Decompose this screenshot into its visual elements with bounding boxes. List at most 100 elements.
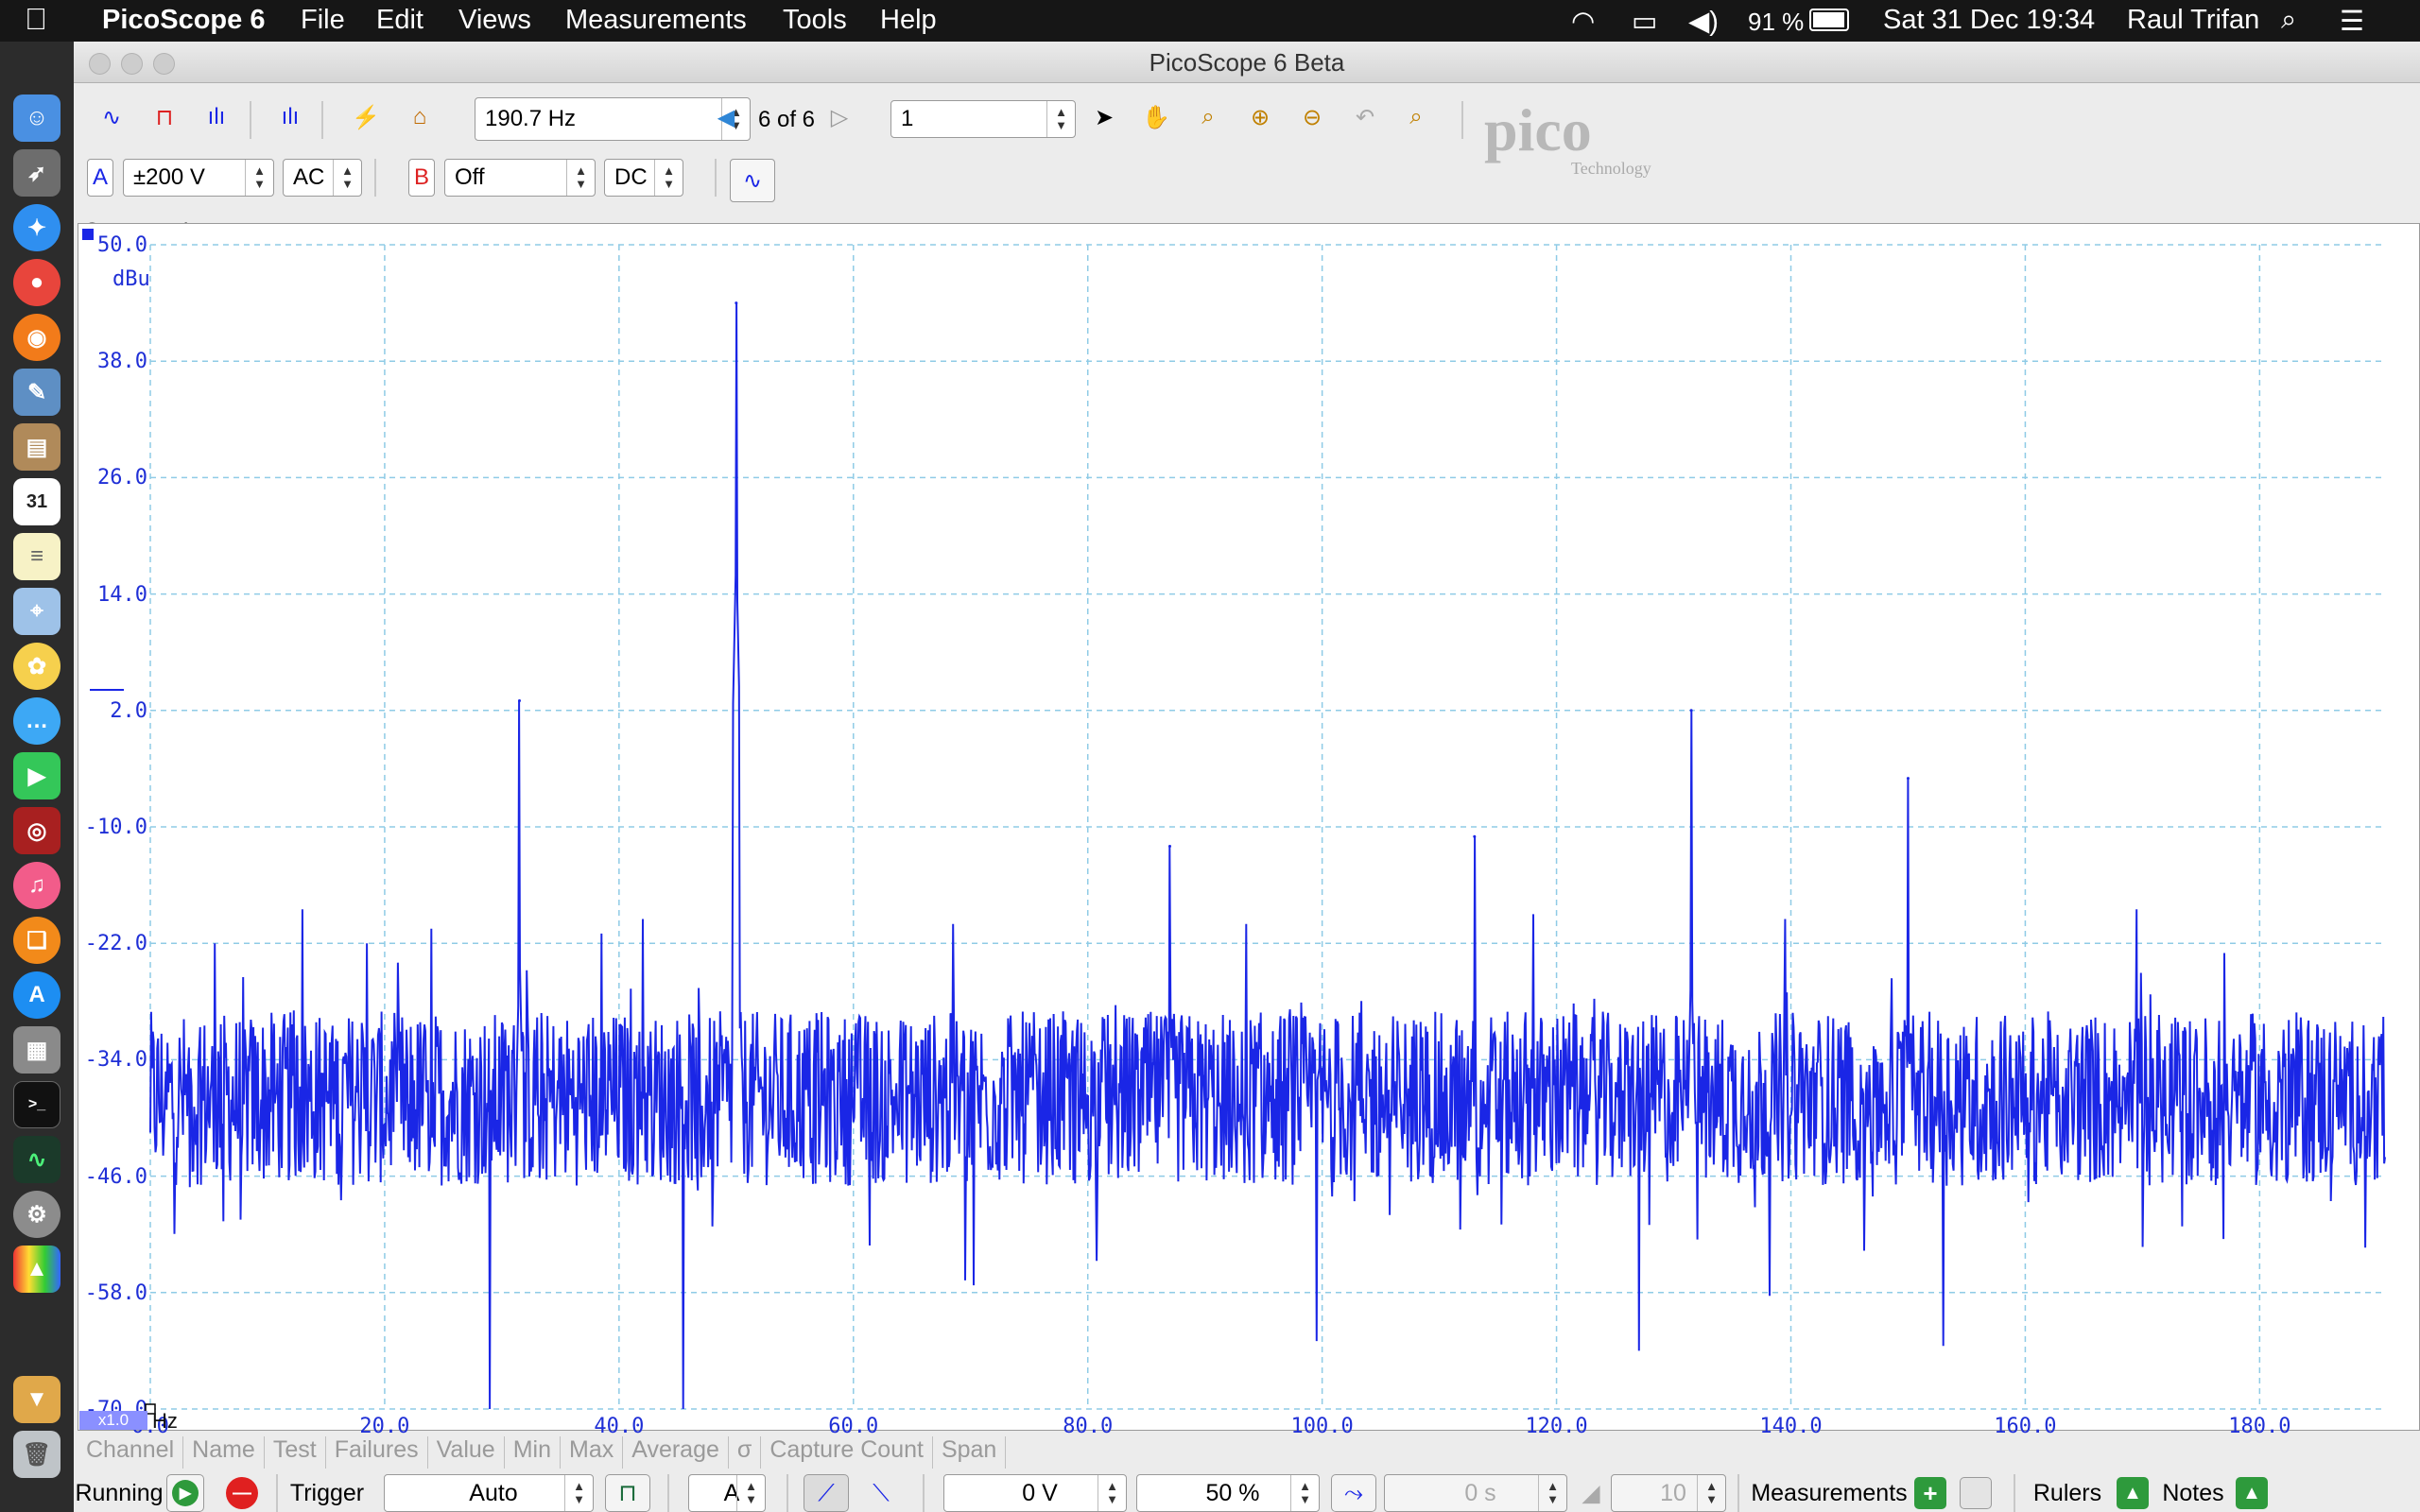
- measurements-column-header[interactable]: Average: [623, 1436, 729, 1469]
- notification-center-icon[interactable]: ☰: [2340, 5, 2364, 38]
- measurements-column-header[interactable]: Capture Count: [761, 1436, 933, 1469]
- trigger-threshold-input[interactable]: 0 V ▲ ▼: [943, 1474, 1127, 1512]
- apple-icon[interactable]: : [25, 2, 47, 37]
- zoom-in-icon[interactable]: ⊕: [1241, 98, 1279, 136]
- facetime-icon[interactable]: ▶: [13, 752, 60, 799]
- preview-icon[interactable]: ✎: [13, 369, 60, 416]
- rising-edge-icon[interactable]: ⟋: [804, 1474, 849, 1512]
- downloads-folder-icon[interactable]: ▼: [13, 1376, 60, 1423]
- spectrum-view[interactable]: 50.0 38.0 26.0 14.0 2.0 -10.0 -22.0 -34.0 -46.0-…: [78, 223, 2420, 1438]
- app-name-menu[interactable]: PicoScope 6: [102, 5, 265, 36]
- channel-a-coupling-spinner[interactable]: ▲ ▼: [333, 160, 361, 196]
- edit-measurement-button[interactable]: [1955, 1474, 1996, 1512]
- zoom-factor-badge[interactable]: x1.0: [79, 1411, 147, 1430]
- contacts-icon[interactable]: ▤: [13, 423, 60, 471]
- terminal-icon[interactable]: >_: [13, 1081, 60, 1128]
- channel-a-range-select[interactable]: ±200 V ▲ ▼: [123, 159, 274, 197]
- menu-measurements[interactable]: Measurements: [565, 5, 747, 36]
- volume-icon[interactable]: ◀): [1688, 5, 1719, 38]
- battery-icon[interactable]: [1809, 9, 1849, 31]
- spectrum-app-icon[interactable]: ▲: [13, 1246, 60, 1293]
- undo-zoom-icon[interactable]: ↶: [1346, 98, 1384, 136]
- messages-icon[interactable]: …: [13, 697, 60, 745]
- stop-button[interactable]: —: [223, 1474, 261, 1512]
- photo-booth-icon[interactable]: ◎: [13, 807, 60, 854]
- menu-tools[interactable]: Tools: [783, 5, 847, 36]
- finder-icon[interactable]: ☺: [13, 94, 60, 142]
- pretrigger-input[interactable]: 50 % ▲ ▼: [1136, 1474, 1320, 1512]
- airplay-icon[interactable]: ▭: [1632, 5, 1657, 38]
- pointer-tool-icon[interactable]: ➤: [1085, 98, 1123, 136]
- capture-index-spinner[interactable]: ▲ ▼: [1046, 101, 1075, 137]
- safari-icon[interactable]: ✦: [13, 204, 60, 251]
- measurements-column-header[interactable]: Span: [933, 1436, 1007, 1469]
- math-channel-icon[interactable]: ∿: [730, 159, 775, 202]
- measurements-column-header[interactable]: Max: [561, 1436, 624, 1469]
- launchpad-icon[interactable]: ➶: [13, 149, 60, 197]
- itunes-icon[interactable]: ♫: [13, 862, 60, 909]
- ibooks-icon[interactable]: ❑: [13, 917, 60, 964]
- home-icon[interactable]: ⌂: [401, 98, 439, 136]
- clock[interactable]: Sat 31 Dec 19:34: [1883, 5, 2095, 36]
- trigger-properties-icon[interactable]: ⤳: [1331, 1474, 1376, 1512]
- channel-b-coupling-spinner[interactable]: ▲ ▼: [654, 160, 683, 196]
- firefox-icon[interactable]: ◉: [13, 314, 60, 361]
- chrome-icon[interactable]: ●: [13, 259, 60, 306]
- photos-icon[interactable]: ✿: [13, 643, 60, 690]
- measurements-column-header[interactable]: Name: [183, 1436, 265, 1469]
- persistence-mode-icon[interactable]: ⊓: [146, 98, 183, 136]
- measurements-column-header[interactable]: Value: [428, 1436, 505, 1469]
- trash-icon[interactable]: 🗑: [13, 1431, 60, 1478]
- add-measurement-button[interactable]: +: [1910, 1474, 1951, 1512]
- spotlight-search-icon[interactable]: ⌕: [2281, 5, 2296, 36]
- menu-file[interactable]: File: [301, 5, 345, 36]
- channel-b-range-select[interactable]: Off ▲ ▼: [444, 159, 596, 197]
- previous-capture-icon[interactable]: ◀: [707, 98, 745, 136]
- rulers-toggle-button[interactable]: ▲: [2112, 1474, 2153, 1512]
- trigger-channel-select[interactable]: A ▲ ▼: [688, 1474, 766, 1512]
- notes-toggle-button[interactable]: ▲: [2231, 1474, 2273, 1512]
- menu-views[interactable]: Views: [458, 5, 531, 36]
- measurements-column-header[interactable]: Test: [265, 1436, 326, 1469]
- calendar-icon[interactable]: 31: [13, 478, 60, 525]
- spectrum-mode-icon[interactable]: ılı: [198, 98, 235, 136]
- maps-icon[interactable]: ⌖: [13, 588, 60, 635]
- channel-a-coupling-select[interactable]: AC ▲ ▼: [283, 159, 362, 197]
- menu-edit[interactable]: Edit: [376, 5, 424, 36]
- measurements-column-header[interactable]: Min: [505, 1436, 561, 1469]
- next-capture-icon[interactable]: ▷: [821, 98, 858, 136]
- measurements-column-header[interactable]: Channel: [78, 1436, 184, 1469]
- channel-a-range-spinner[interactable]: ▲ ▼: [245, 160, 273, 196]
- calculator-icon[interactable]: ▦: [13, 1026, 60, 1074]
- capture-index-input[interactable]: 1 ▲ ▼: [890, 100, 1076, 138]
- measurements-column-header[interactable]: Failures: [326, 1436, 428, 1469]
- title-bar[interactable]: PicoScope 6 Beta: [74, 42, 2420, 83]
- channel-b-button[interactable]: B: [408, 159, 435, 197]
- wifi-icon[interactable]: ◠: [1571, 5, 1595, 38]
- zoom-area-icon[interactable]: ⌕: [1189, 98, 1227, 136]
- signal-generator-icon[interactable]: ⚡: [347, 98, 385, 136]
- pretrigger-spinner[interactable]: ▲ ▼: [1290, 1475, 1319, 1511]
- notes-app-icon[interactable]: ≡: [13, 533, 60, 580]
- trigger-channel-spinner[interactable]: ▲ ▼: [736, 1475, 765, 1511]
- trigger-threshold-spinner[interactable]: ▲ ▼: [1098, 1475, 1126, 1511]
- zoom-to-fit-icon[interactable]: ⌕: [1397, 98, 1435, 136]
- system-preferences-icon[interactable]: ⚙: [13, 1191, 60, 1238]
- picoscope-dock-icon[interactable]: ∿: [13, 1136, 60, 1183]
- trigger-mode-select[interactable]: Auto ▲ ▼: [384, 1474, 594, 1512]
- app-store-icon[interactable]: A: [13, 971, 60, 1019]
- scope-mode-icon[interactable]: ∿: [93, 98, 130, 136]
- advanced-trigger-icon[interactable]: ⊓: [605, 1474, 650, 1512]
- channel-b-coupling-select[interactable]: DC ▲ ▼: [604, 159, 683, 197]
- hand-tool-icon[interactable]: ✋: [1137, 98, 1175, 136]
- channel-b-range-spinner[interactable]: ▲ ▼: [566, 160, 595, 196]
- zoom-out-icon[interactable]: ⊖: [1293, 98, 1331, 136]
- menu-help[interactable]: Help: [880, 5, 937, 36]
- trigger-mode-spinner[interactable]: ▲ ▼: [564, 1475, 593, 1511]
- measurements-column-header[interactable]: σ: [729, 1436, 762, 1469]
- channel-a-button[interactable]: A: [87, 159, 113, 197]
- start-button[interactable]: ▶: [166, 1474, 204, 1512]
- spectrum-options-icon[interactable]: ılı: [271, 98, 309, 136]
- user-name[interactable]: Raul Trifan: [2127, 5, 2259, 36]
- falling-edge-icon[interactable]: ⟍: [858, 1474, 904, 1512]
